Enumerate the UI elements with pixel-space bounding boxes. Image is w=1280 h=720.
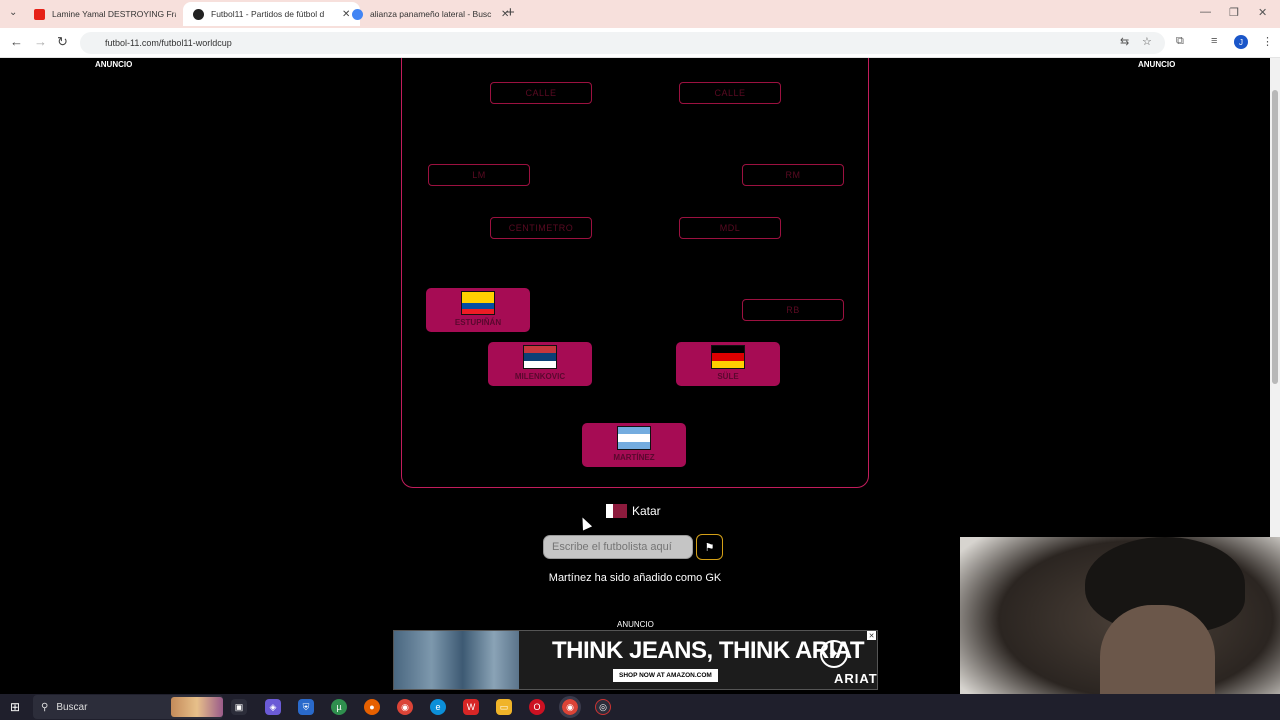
taskbar-search-label: Buscar [56, 701, 88, 713]
media-controls-icon[interactable]: ≡ [1211, 35, 1217, 47]
new-tab-icon[interactable]: + [506, 4, 515, 21]
ecuador-flag-icon [461, 291, 495, 315]
extensions-icon[interactable]: ⧉ [1176, 35, 1184, 48]
player-card-center-back-right[interactable]: SÜLE [676, 342, 780, 386]
maximize-icon[interactable]: ❐ [1229, 6, 1239, 19]
player-card-left-back[interactable]: ESTUPIÑÁN [426, 288, 530, 332]
chrome-icon[interactable]: ◉ [397, 699, 413, 715]
menu-kebab-icon[interactable]: ⋮ [1262, 35, 1273, 48]
copilot-icon[interactable]: ◈ [265, 699, 281, 715]
ad-brand: ARIAT [834, 671, 878, 686]
taskbar-search[interactable]: ⚲ Buscar [33, 695, 223, 719]
youtube-icon [34, 8, 45, 20]
chrome-active-icon[interactable]: ◉ [559, 696, 581, 718]
tab-youtube[interactable]: Lamine Yamal DESTROYING Fra ✕ [24, 2, 201, 26]
germany-flag-icon [711, 345, 745, 369]
slot-center-mid[interactable]: CENTIMETRO [490, 217, 592, 239]
scrollbar-thumb[interactable] [1272, 90, 1278, 384]
jeans-image [394, 631, 519, 689]
firefox-icon[interactable]: ● [364, 699, 380, 715]
argentina-flag-icon [617, 426, 651, 450]
forward-arrow-icon[interactable]: → [34, 34, 47, 49]
tab-title: Futbol11 - Partidos de fútbol d [211, 9, 325, 19]
tab-google-search[interactable]: alianza panameño lateral - Busc ✕ [342, 2, 519, 26]
ad-headline: THINK JEANS, THINK ARIAT [552, 637, 865, 664]
player-name: MARTÍNEZ [613, 453, 655, 462]
give-up-flag-button[interactable]: ⚑ [696, 534, 723, 560]
opera-icon[interactable]: O [529, 699, 545, 715]
address-bar-row: ← → ↻ futbol-11.com/futbol11-worldcup ⇆ … [0, 28, 1280, 58]
slot-right-back[interactable]: RB [742, 299, 844, 321]
search-highlight-art [171, 697, 223, 717]
file-explorer-icon[interactable]: ▭ [496, 699, 512, 715]
futbol11-icon [193, 8, 204, 20]
country-name: Katar [632, 504, 661, 518]
serbia-flag-icon [523, 345, 557, 369]
player-name: SÜLE [717, 372, 739, 381]
player-name: ESTUPIÑÁN [454, 318, 502, 327]
reload-icon[interactable]: ↻ [57, 34, 68, 50]
player-card-goalkeeper[interactable]: MARTÍNEZ [582, 423, 686, 467]
edge-icon[interactable]: e [430, 699, 446, 715]
tab-title: Lamine Yamal DESTROYING Fra [52, 9, 176, 19]
profile-avatar[interactable]: J [1234, 35, 1248, 49]
defender-shield-icon[interactable]: ⛨ [298, 699, 314, 715]
task-view-icon[interactable]: ▣ [231, 699, 247, 715]
tab-title: alianza panameño lateral - Busc [370, 9, 492, 19]
utorrent-icon[interactable]: µ [331, 699, 347, 715]
browser-tab-bar: ⌄ Lamine Yamal DESTROYING Fra ✕ Futbol11… [0, 0, 1280, 28]
search-icon: ⚲ [41, 701, 49, 713]
opera-gx-icon[interactable]: ◎ [595, 699, 611, 715]
back-arrow-icon[interactable]: ← [10, 34, 23, 49]
url-field[interactable]: futbol-11.com/futbol11-worldcup [80, 32, 1165, 54]
ariat-logo-icon: ✦ [820, 640, 848, 668]
ad-label-right: ANUNCIO [1138, 60, 1176, 69]
ariat-ad-banner[interactable]: THINK JEANS, THINK ARIAT SHOP NOW AT AMA… [393, 630, 878, 690]
ad-label-left: ANUNCIO [95, 60, 133, 69]
slot-right-mid[interactable]: RM [742, 164, 844, 186]
google-icon [352, 8, 363, 20]
ad-cta[interactable]: SHOP NOW AT AMAZON.COM [613, 669, 718, 682]
flag-icon: ⚑ [704, 541, 715, 554]
player-card-center-back-left[interactable]: MILENKOVIC [488, 342, 592, 386]
slot-right-wing[interactable]: CALLE [679, 82, 781, 104]
windows-start-icon[interactable]: ⊞ [10, 700, 20, 714]
player-search-input[interactable] [543, 535, 693, 559]
url-text: futbol-11.com/futbol11-worldcup [105, 38, 232, 48]
translate-icon[interactable]: ⇆ [1120, 35, 1129, 48]
wps-office-icon[interactable]: W [463, 699, 479, 715]
ad-close-icon[interactable]: ✕ [867, 631, 876, 640]
close-window-icon[interactable]: ✕ [1258, 6, 1267, 19]
bookmark-star-icon[interactable]: ☆ [1142, 35, 1152, 48]
slot-left-mid[interactable]: LM [428, 164, 530, 186]
current-country: Katar [606, 504, 661, 518]
tab-futbol11[interactable]: Futbol11 - Partidos de fútbol d ✕ [183, 2, 361, 26]
slot-mid-def[interactable]: MDL [679, 217, 781, 239]
ad-label-bottom: ANUNCIO [617, 620, 654, 629]
minimize-icon[interactable]: — [1200, 6, 1211, 18]
slot-left-wing[interactable]: CALLE [490, 82, 592, 104]
player-name: MILENKOVIC [514, 372, 566, 381]
qatar-flag-icon [606, 504, 627, 518]
tab-search-chevron-icon[interactable]: ⌄ [9, 7, 17, 18]
